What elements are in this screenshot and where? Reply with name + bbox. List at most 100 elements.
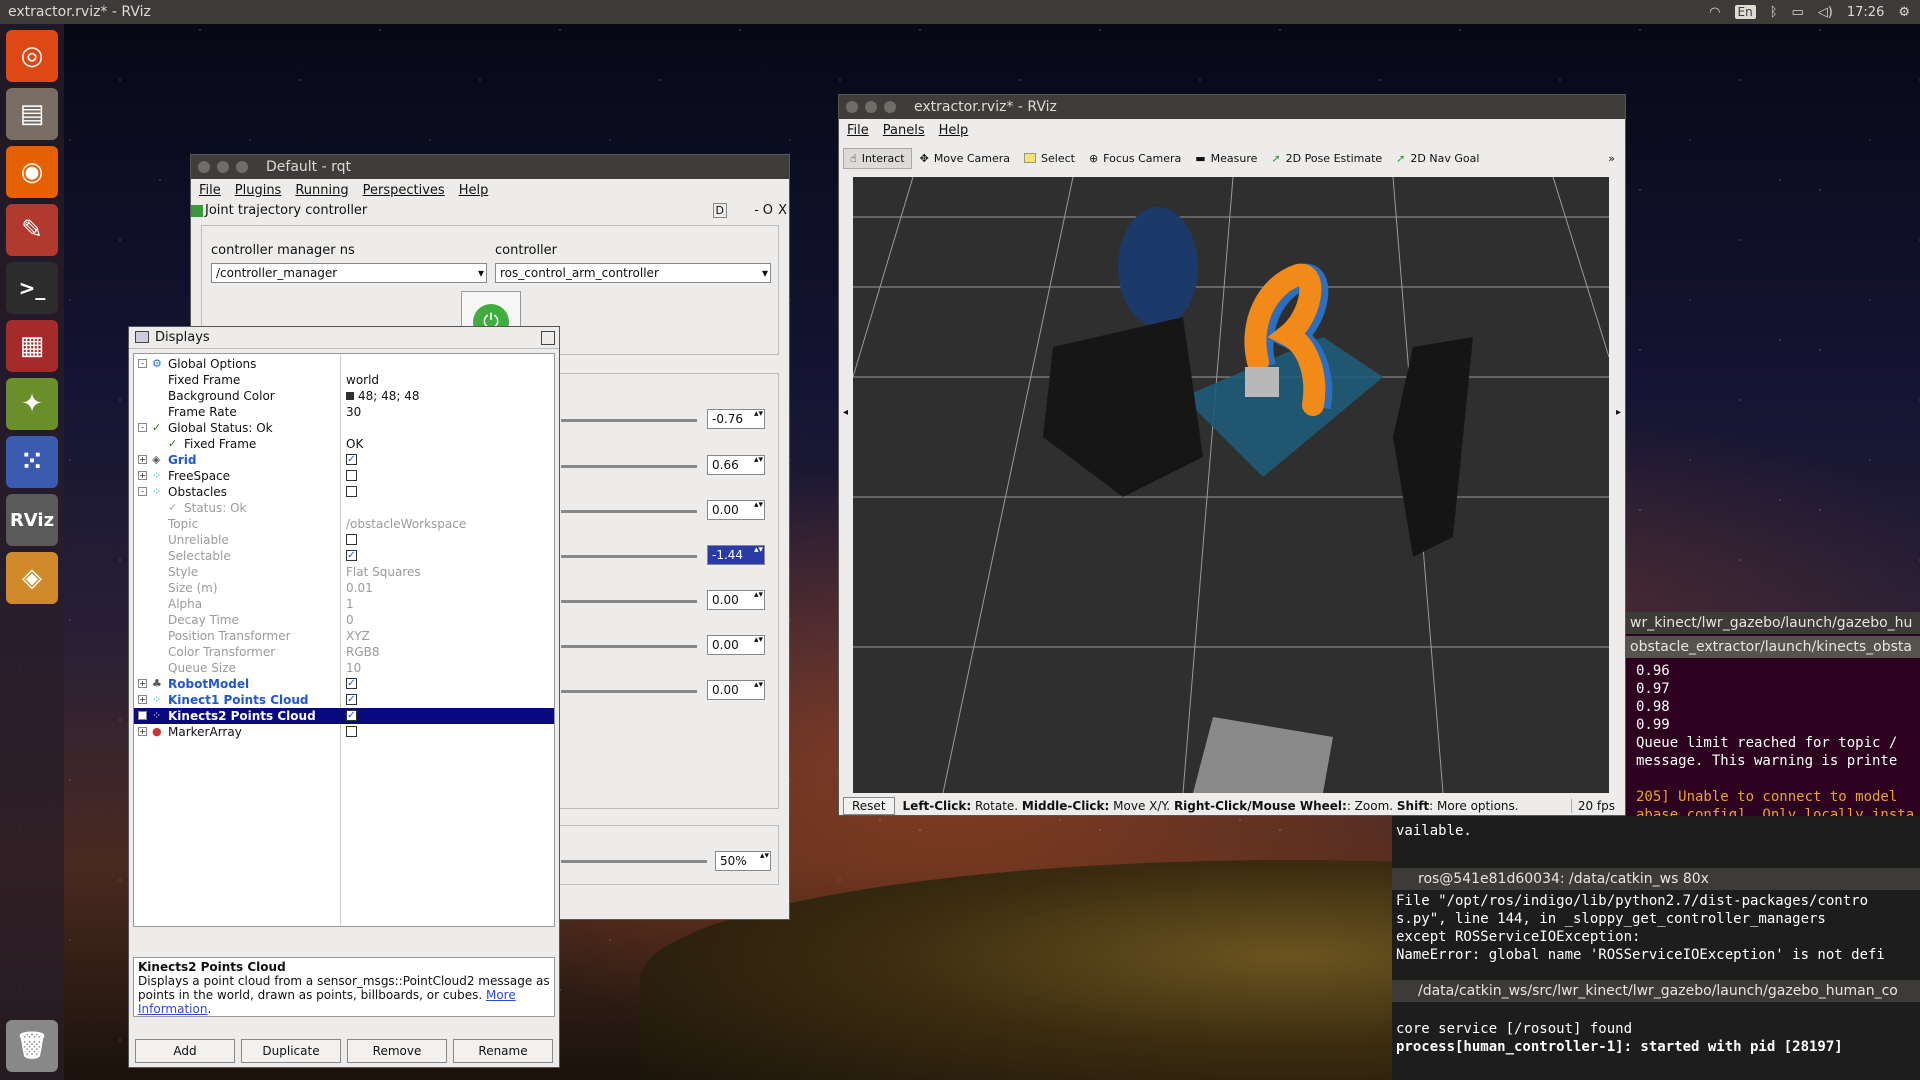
move-camera-tool[interactable]: ✥ Move Camera bbox=[914, 149, 1016, 168]
nav-goal-tool[interactable]: ➚ 2D Nav Goal bbox=[1390, 149, 1485, 168]
visibility-checkbox[interactable]: ✓ bbox=[346, 710, 357, 721]
tree-row-value[interactable]: 1 bbox=[346, 596, 354, 612]
tree-row[interactable]: Size (m) 0.01 bbox=[134, 580, 554, 596]
visibility-checkbox[interactable] bbox=[346, 534, 357, 545]
tree-row-value[interactable]: 48; 48; 48 bbox=[346, 388, 420, 404]
terminal-icon[interactable]: >_ bbox=[6, 262, 58, 314]
tree-row-value[interactable]: 10 bbox=[346, 660, 361, 676]
expand-icon[interactable]: - bbox=[138, 359, 147, 368]
tree-row[interactable]: Style Flat Squares bbox=[134, 564, 554, 580]
tree-row[interactable]: - ⁘ Obstacles bbox=[134, 484, 554, 500]
3d-viewport[interactable] bbox=[853, 177, 1609, 793]
joint-spinbox[interactable]: 0.00 bbox=[707, 635, 765, 655]
tree-row[interactable]: + ⁘ Kinects2 Points Cloud ✓ bbox=[134, 708, 554, 724]
expand-icon[interactable]: + bbox=[138, 727, 147, 736]
terminal-tab[interactable]: /data/catkin_ws/src/lwr_kinect/lwr_gazeb… bbox=[1392, 980, 1920, 1002]
plugin-d-button[interactable]: D bbox=[712, 203, 727, 218]
visibility-checkbox[interactable]: ✓ bbox=[346, 454, 357, 465]
toolbar-more-icon[interactable]: » bbox=[1608, 152, 1619, 165]
focus-camera-tool[interactable]: ⊕ Focus Camera bbox=[1083, 149, 1187, 168]
menu-file[interactable]: File bbox=[199, 183, 221, 198]
tree-row[interactable]: Color Transformer RGB8 bbox=[134, 644, 554, 660]
menu-plugins[interactable]: Plugins bbox=[235, 183, 282, 198]
visibility-checkbox[interactable] bbox=[346, 470, 357, 481]
menu-help[interactable]: Help bbox=[459, 183, 489, 198]
firefox-icon[interactable]: ◉ bbox=[6, 146, 58, 198]
tree-row[interactable]: Fixed Frame world bbox=[134, 372, 554, 388]
tree-row[interactable]: Position Transformer XYZ bbox=[134, 628, 554, 644]
volume-icon[interactable]: ◁) bbox=[1818, 5, 1833, 20]
expand-icon[interactable]: + bbox=[138, 695, 147, 704]
maximize-icon[interactable] bbox=[884, 101, 896, 113]
settings-icon[interactable]: ✎ bbox=[6, 204, 58, 256]
joint-slider[interactable] bbox=[561, 510, 697, 513]
menu-perspectives[interactable]: Perspectives bbox=[363, 183, 445, 198]
interact-tool[interactable]: ☝ Interact bbox=[843, 147, 912, 169]
tree-row-value[interactable]: 0.01 bbox=[346, 580, 373, 596]
clock[interactable]: 17:26 bbox=[1847, 5, 1884, 20]
tree-row[interactable]: + ⁘ Kinect1 Points Cloud ✓ bbox=[134, 692, 554, 708]
plugin-minimize-button[interactable]: - bbox=[754, 203, 759, 218]
tree-row[interactable]: Decay Time 0 bbox=[134, 612, 554, 628]
joint-spinbox[interactable]: 0.00 bbox=[707, 590, 765, 610]
rename-button[interactable]: Rename bbox=[453, 1039, 553, 1063]
duplicate-button[interactable]: Duplicate bbox=[241, 1039, 341, 1063]
battery-icon[interactable]: ▭ bbox=[1792, 5, 1804, 20]
wifi-icon[interactable]: ◠ bbox=[1709, 5, 1720, 20]
visibility-checkbox[interactable]: ✓ bbox=[346, 694, 357, 705]
tree-row-value[interactable]: RGB8 bbox=[346, 644, 380, 660]
tree-row-value[interactable]: Flat Squares bbox=[346, 564, 421, 580]
visibility-checkbox[interactable]: ✓ bbox=[346, 678, 357, 689]
joint-slider[interactable] bbox=[561, 600, 697, 603]
expand-icon[interactable]: - bbox=[138, 423, 147, 432]
menu-help[interactable]: Help bbox=[939, 123, 969, 138]
bluetooth-icon[interactable]: ᛒ bbox=[1770, 5, 1778, 20]
visibility-checkbox[interactable]: ✓ bbox=[346, 550, 357, 561]
tree-row-value[interactable]: world bbox=[346, 372, 379, 388]
tree-row-value[interactable]: OK bbox=[346, 436, 363, 452]
tree-row-value[interactable]: XYZ bbox=[346, 628, 370, 644]
trash-icon[interactable]: 🗑 bbox=[6, 1020, 58, 1072]
minimize-icon[interactable] bbox=[217, 161, 229, 173]
keyboard-layout[interactable]: En bbox=[1734, 5, 1756, 19]
cm-combobox[interactable]: /controller_manager ▾ bbox=[211, 263, 487, 283]
joint-slider[interactable] bbox=[561, 555, 697, 558]
tree-row[interactable]: - ✓ Global Status: Ok bbox=[134, 420, 554, 436]
measure-tool[interactable]: ▬ Measure bbox=[1189, 149, 1263, 168]
tree-row-value[interactable]: 0 bbox=[346, 612, 354, 628]
plugin-close-button[interactable]: X bbox=[778, 203, 787, 218]
apps-icon[interactable]: ⁙ bbox=[6, 436, 58, 488]
files-icon[interactable]: ▤ bbox=[6, 88, 58, 140]
rqt-titlebar[interactable]: Default - rqt bbox=[191, 155, 789, 179]
plugin-float-button[interactable]: O bbox=[763, 203, 773, 218]
gear-icon[interactable]: ⚙ bbox=[1898, 5, 1910, 20]
reset-button[interactable]: Reset bbox=[843, 797, 895, 815]
pose-estimate-tool[interactable]: ➚ 2D Pose Estimate bbox=[1265, 149, 1388, 168]
tree-row-value[interactable]: 30 bbox=[346, 404, 361, 420]
expand-icon[interactable]: + bbox=[138, 455, 147, 464]
expand-icon[interactable]: + bbox=[138, 679, 147, 688]
add-button[interactable]: Add bbox=[135, 1039, 235, 1063]
rviz-titlebar[interactable]: extractor.rviz* - RViz bbox=[839, 95, 1625, 119]
left-panel-toggle[interactable]: ◂ bbox=[843, 407, 848, 418]
ubuntu-icon[interactable]: ◎ bbox=[6, 30, 58, 82]
tree-row[interactable]: + ♣ RobotModel ✓ bbox=[134, 676, 554, 692]
expand-icon[interactable]: - bbox=[138, 487, 147, 496]
tree-row[interactable]: Topic/obstacleWorkspace bbox=[134, 516, 554, 532]
tree-row[interactable]: - ⚙ Global Options bbox=[134, 356, 554, 372]
minimize-icon[interactable] bbox=[865, 101, 877, 113]
tree-row[interactable]: + ◈ Grid ✓ bbox=[134, 452, 554, 468]
menu-file[interactable]: File bbox=[847, 123, 869, 138]
joint-slider[interactable] bbox=[561, 465, 697, 468]
tree-row[interactable]: ✓ Status: Ok bbox=[134, 500, 554, 516]
tree-row[interactable]: Background Color 48; 48; 48 bbox=[134, 388, 554, 404]
tree-row-value[interactable]: /obstacleWorkspace bbox=[346, 516, 466, 532]
maximize-icon[interactable] bbox=[236, 161, 248, 173]
terminal-tab[interactable]: wr_kinect/lwr_gazebo/launch/gazebo_hu bbox=[1624, 612, 1920, 634]
expand-icon[interactable]: + bbox=[138, 711, 147, 720]
joint-slider[interactable] bbox=[561, 419, 697, 422]
tree-row[interactable]: Unreliable bbox=[134, 532, 554, 548]
terminal-tab-active[interactable]: obstacle_extractor/launch/kinects_obsta bbox=[1624, 636, 1920, 658]
joint-spinbox[interactable]: -0.76 bbox=[707, 409, 765, 429]
expand-icon[interactable]: + bbox=[138, 471, 147, 480]
